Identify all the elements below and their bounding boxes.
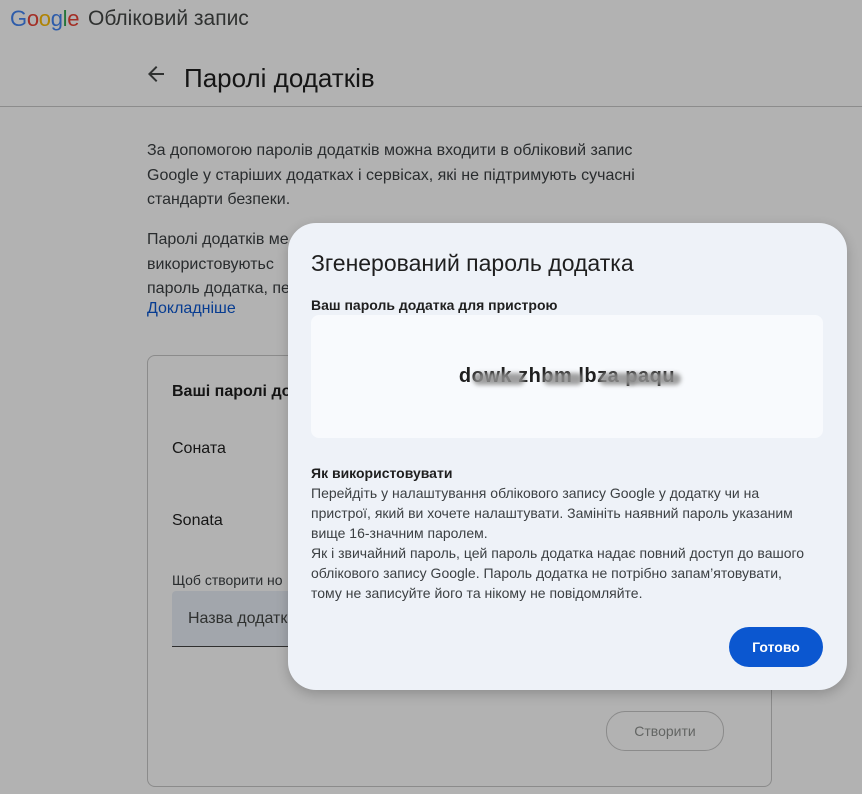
redaction-mark bbox=[542, 373, 583, 385]
generated-password-dialog: Згенерований пароль додатка Ваш пароль д… bbox=[288, 223, 847, 690]
how-line: Як і звичайний пароль, цей пароль додатк… bbox=[311, 545, 805, 561]
how-line: облікового запису Google. Пароль додатка… bbox=[311, 565, 782, 581]
generated-password[interactable]: dowk zhbm lbza paqu bbox=[459, 365, 681, 388]
how-to-use-body: Перейдіть у налаштування облікового запи… bbox=[311, 483, 821, 603]
how-to-use-title: Як використовувати bbox=[311, 465, 453, 481]
redaction-mark bbox=[626, 373, 681, 385]
dialog-subtitle: Ваш пароль додатка для пристрою bbox=[311, 297, 558, 313]
dialog-title: Згенерований пароль додатка bbox=[311, 250, 634, 276]
how-line: тому не записуйте його та нікому не пові… bbox=[311, 585, 643, 601]
redaction-mark bbox=[472, 373, 525, 385]
how-line: пристрої, який ви хочете налаштувати. За… bbox=[311, 505, 793, 521]
how-line: вище 16-значним паролем. bbox=[311, 525, 488, 541]
how-line: Перейдіть у налаштування облікового запи… bbox=[311, 485, 760, 501]
password-box: dowk zhbm lbza paqu bbox=[311, 315, 823, 438]
done-button[interactable]: Готово bbox=[729, 627, 823, 667]
